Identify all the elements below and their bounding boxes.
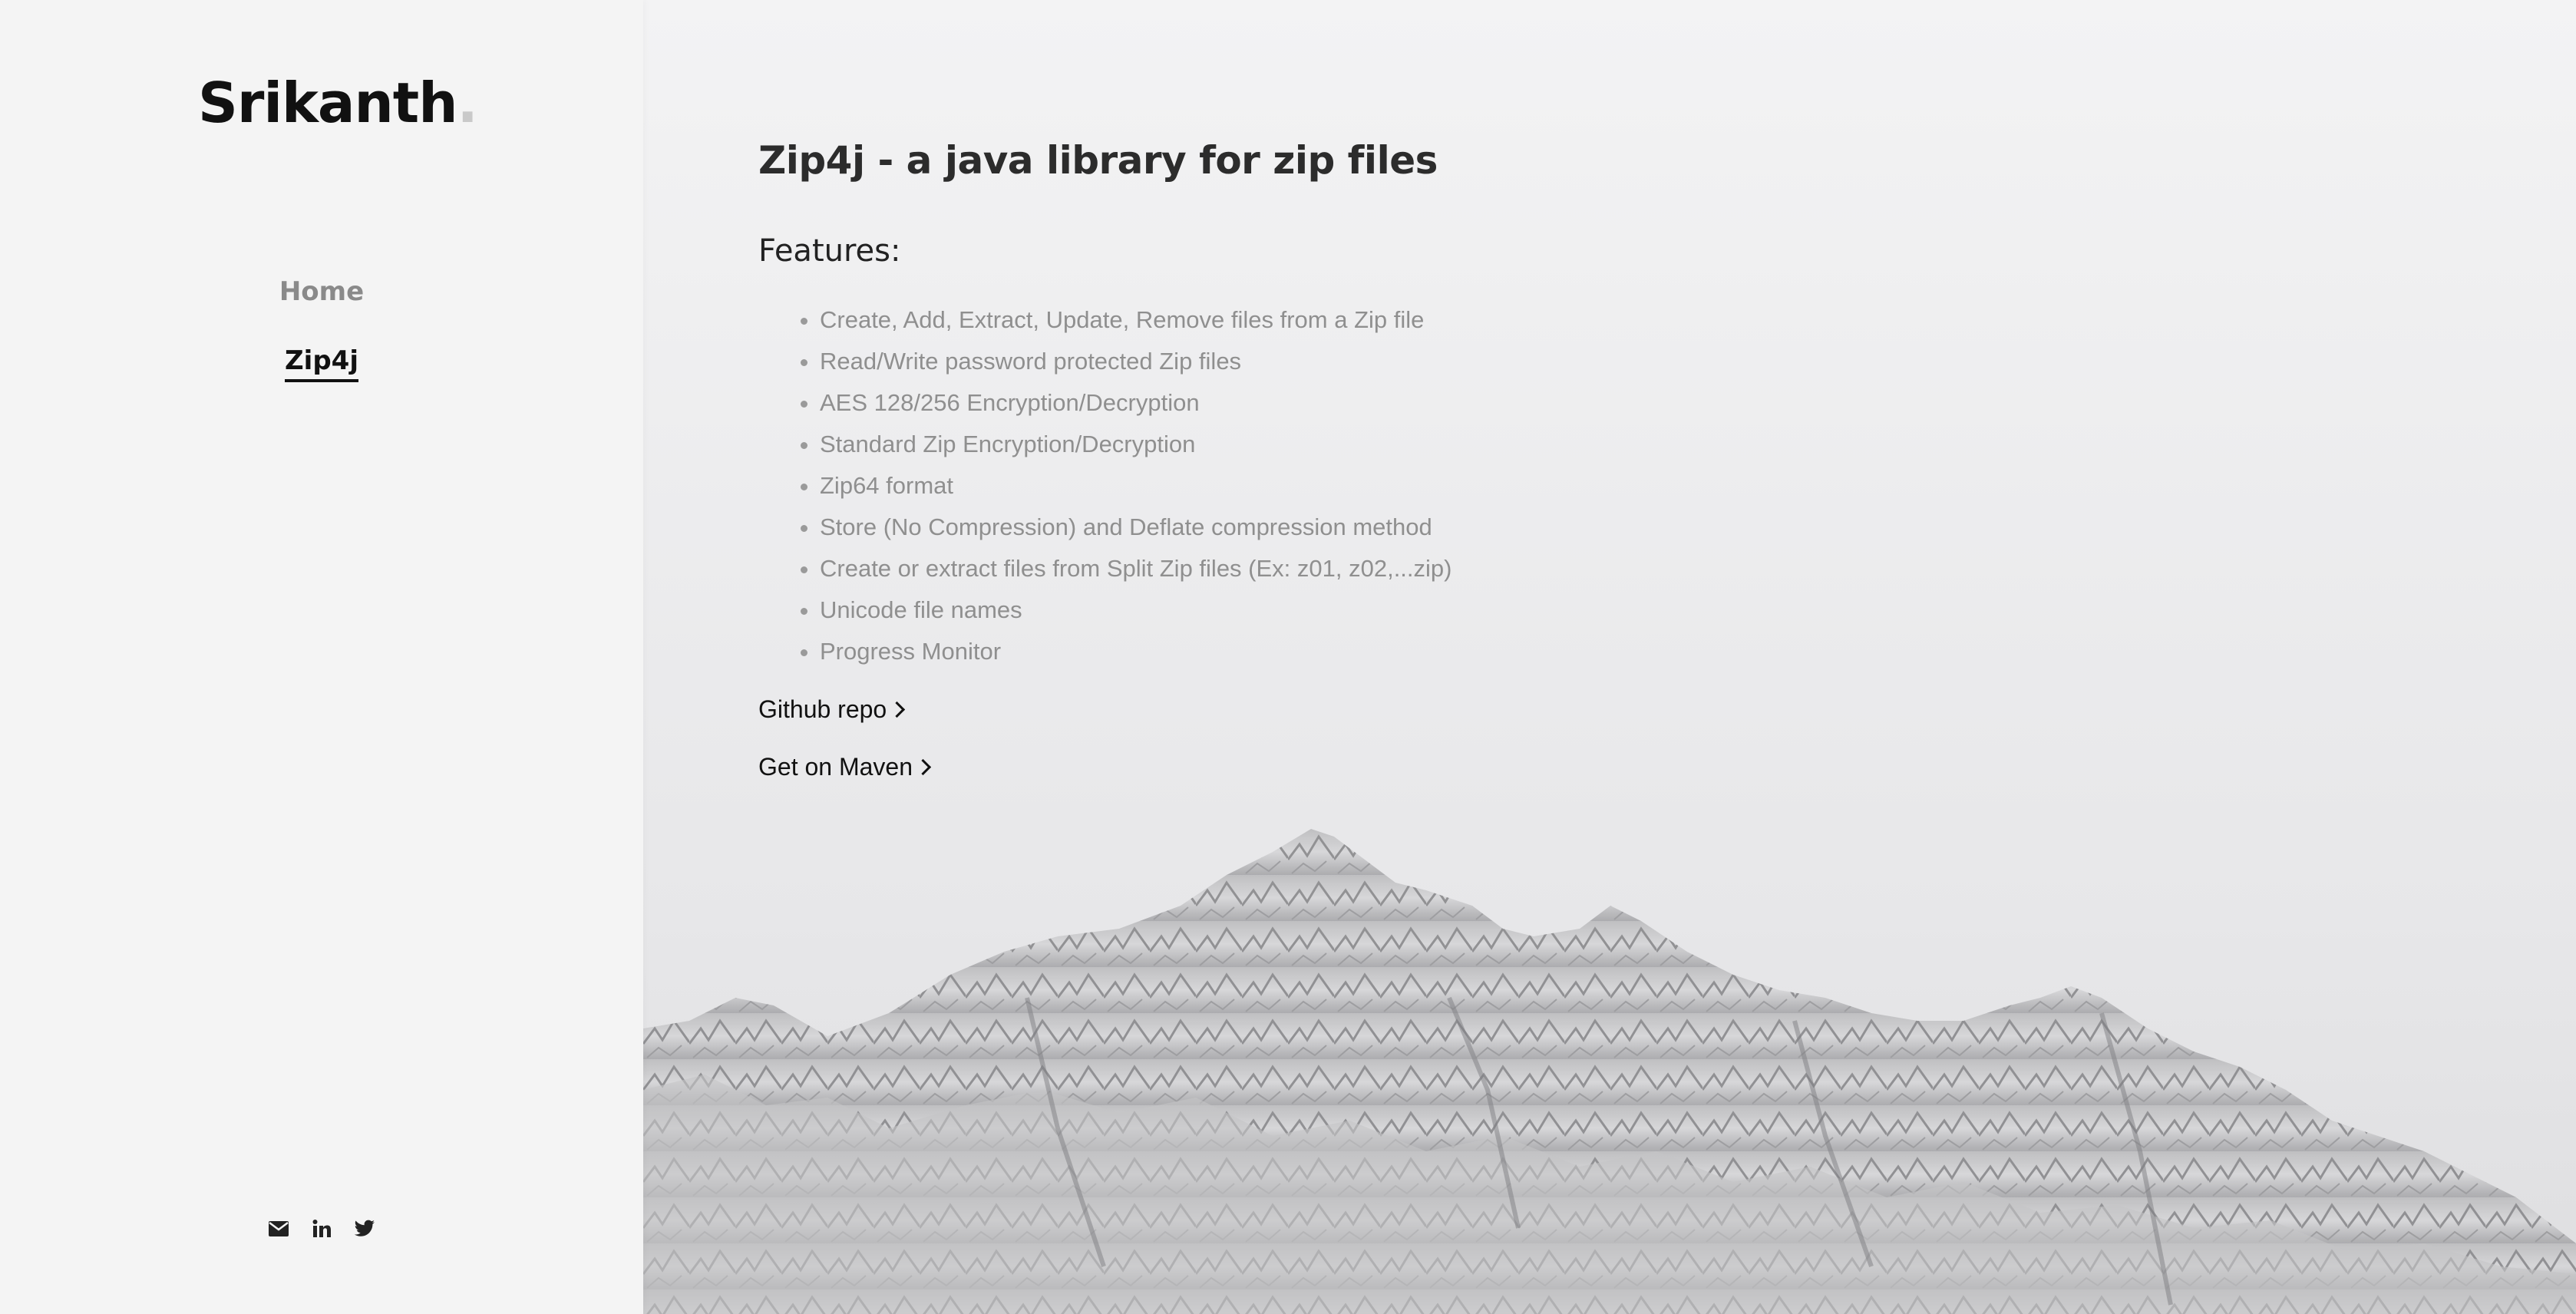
chevron-right-icon — [889, 701, 906, 718]
features-heading: Features: — [758, 233, 901, 269]
maven-link[interactable]: Get on Maven — [758, 753, 1451, 781]
nav-item-home[interactable]: Home — [0, 276, 643, 307]
feature-item: Unicode file names — [820, 589, 1451, 631]
chevron-right-icon — [914, 758, 932, 776]
feature-item: Read/Write password protected Zip files — [820, 341, 1451, 382]
feature-item: Progress Monitor — [820, 631, 1451, 672]
twitter-icon[interactable] — [353, 1217, 376, 1240]
page-title: Zip4j - a java library for zip files — [758, 138, 1438, 183]
feature-item: Standard Zip Encryption/Decryption — [820, 424, 1451, 465]
logo-dot: . — [457, 71, 477, 135]
email-icon[interactable] — [267, 1217, 290, 1240]
nav-item-zip4j[interactable]: Zip4j — [0, 345, 643, 382]
logo-text: Srikanth — [198, 71, 457, 135]
feature-item: Create, Add, Extract, Update, Remove fil… — [820, 299, 1451, 341]
social-links — [0, 1217, 643, 1240]
features-list: Create, Add, Extract, Update, Remove fil… — [758, 299, 1451, 672]
github-repo-link-label: Github repo — [758, 695, 887, 723]
main-content-area: Zip4j - a java library for zip files Fea… — [643, 0, 2576, 1314]
nav-item-zip4j-label: Zip4j — [285, 345, 358, 382]
sidebar: Srikanth. Home Zip4j — [0, 0, 643, 1314]
maven-link-label: Get on Maven — [758, 753, 913, 781]
site-logo[interactable]: Srikanth. — [198, 71, 478, 135]
linkedin-icon[interactable] — [310, 1217, 333, 1240]
feature-item: Store (No Compression) and Deflate compr… — [820, 507, 1451, 548]
feature-item: AES 128/256 Encryption/Decryption — [820, 382, 1451, 424]
article: Zip4j - a java library for zip files Fea… — [758, 138, 1451, 781]
feature-item: Zip64 format — [820, 465, 1451, 507]
feature-item: Create or extract files from Split Zip f… — [820, 548, 1451, 589]
nav-item-home-label: Home — [279, 276, 365, 307]
sidebar-nav: Home Zip4j — [0, 276, 643, 414]
github-repo-link[interactable]: Github repo — [758, 695, 1451, 724]
